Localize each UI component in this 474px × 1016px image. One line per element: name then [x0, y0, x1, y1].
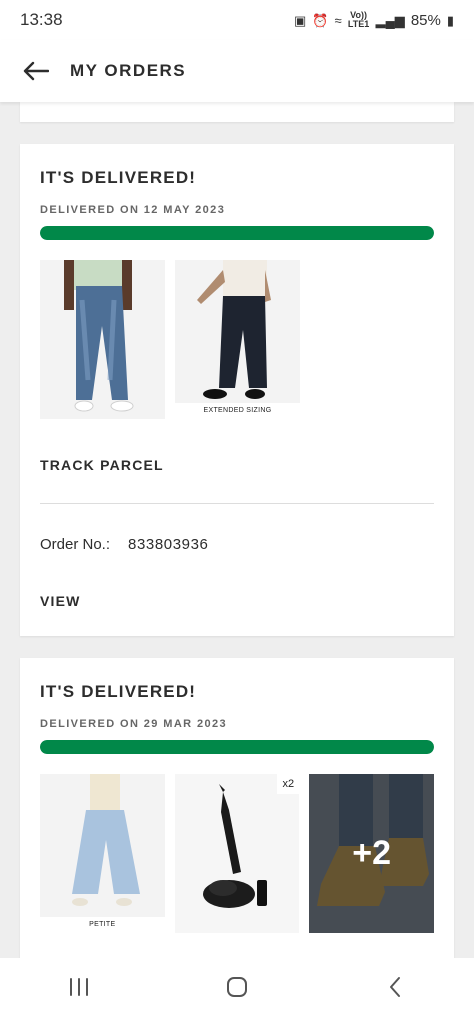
back-chevron-icon: [390, 977, 400, 997]
lock-icon: ▣: [293, 12, 307, 28]
status-bar: 13:38 ▣ ⏰ ≈ Vo)) LTE1 ▂▄▆ 85% ▮: [0, 0, 474, 40]
product-thumbnail-wide-jeans[interactable]: PETITE: [40, 774, 165, 933]
signal-icon: ▂▄▆: [375, 12, 405, 28]
recent-apps-button[interactable]: [29, 958, 129, 1016]
product-thumbnail-boots[interactable]: +2: [309, 774, 435, 933]
more-items-overlay: +2: [309, 774, 435, 933]
previous-order-card-edge: [20, 102, 454, 122]
order-card: IT'S DELIVERED! DELIVERED ON 29 MAR 2023…: [20, 658, 454, 958]
order-items: PETITE x2 +2: [40, 774, 435, 933]
alarm-icon: ⏰: [312, 12, 329, 28]
product-thumbnail-jeans[interactable]: [40, 260, 165, 419]
app-header: MY ORDERS: [0, 40, 474, 102]
order-items: EXTENDED SIZING: [40, 260, 434, 419]
wifi-icon: ≈: [334, 12, 342, 28]
product-thumbnail-trousers[interactable]: EXTENDED SIZING: [175, 260, 300, 419]
order-card: IT'S DELIVERED! DELIVERED ON 12 MAY 2023: [20, 144, 454, 636]
back-button[interactable]: [0, 40, 70, 102]
status-time: 13:38: [20, 10, 63, 29]
order-status: IT'S DELIVERED!: [40, 168, 197, 187]
delivery-date: DELIVERED ON 12 MAY 2023: [40, 204, 226, 216]
status-icons: ▣ ⏰ ≈ Vo)) LTE1 ▂▄▆ 85% ▮: [294, 11, 454, 29]
battery-level: 85%: [410, 11, 441, 29]
recent-apps-icon: [70, 978, 88, 996]
network-label: Vo)) LTE1: [347, 10, 370, 29]
orders-list[interactable]: IT'S DELIVERED! DELIVERED ON 12 MAY 2023: [0, 102, 474, 958]
arrow-left-icon: [23, 61, 49, 81]
delivery-date: DELIVERED ON 29 MAR 2023: [40, 718, 228, 730]
page-title: MY ORDERS: [70, 61, 187, 80]
view-order-link[interactable]: VIEW: [40, 593, 434, 609]
quantity-badge: x2: [277, 774, 300, 794]
system-nav-bar: [0, 958, 474, 1016]
delivery-progress-bar: [40, 226, 434, 240]
home-button[interactable]: [187, 958, 287, 1016]
system-back-button[interactable]: [345, 958, 445, 1016]
order-status: IT'S DELIVERED!: [40, 682, 197, 701]
track-parcel-link[interactable]: TRACK PARCEL: [40, 457, 434, 473]
size-tag: EXTENDED SIZING: [175, 403, 300, 419]
trousers-image: [175, 260, 300, 419]
product-thumbnail-eyeliner[interactable]: x2: [174, 774, 300, 933]
size-tag: PETITE: [40, 917, 165, 933]
order-number-value: 833803936: [128, 536, 209, 553]
delivery-progress-bar: [40, 740, 434, 754]
battery-icon: ▮: [446, 12, 454, 28]
delivery-progress-fill: [40, 740, 434, 754]
jeans-image: [40, 260, 165, 419]
eyeliner-image: [174, 774, 300, 933]
divider: [40, 503, 434, 504]
delivery-progress-fill: [40, 226, 434, 240]
wide-jeans-image: [40, 774, 165, 933]
order-number-label: Order No.:: [40, 536, 111, 553]
home-icon: [227, 977, 247, 997]
order-number-row: Order No.: 833803936: [40, 536, 434, 553]
